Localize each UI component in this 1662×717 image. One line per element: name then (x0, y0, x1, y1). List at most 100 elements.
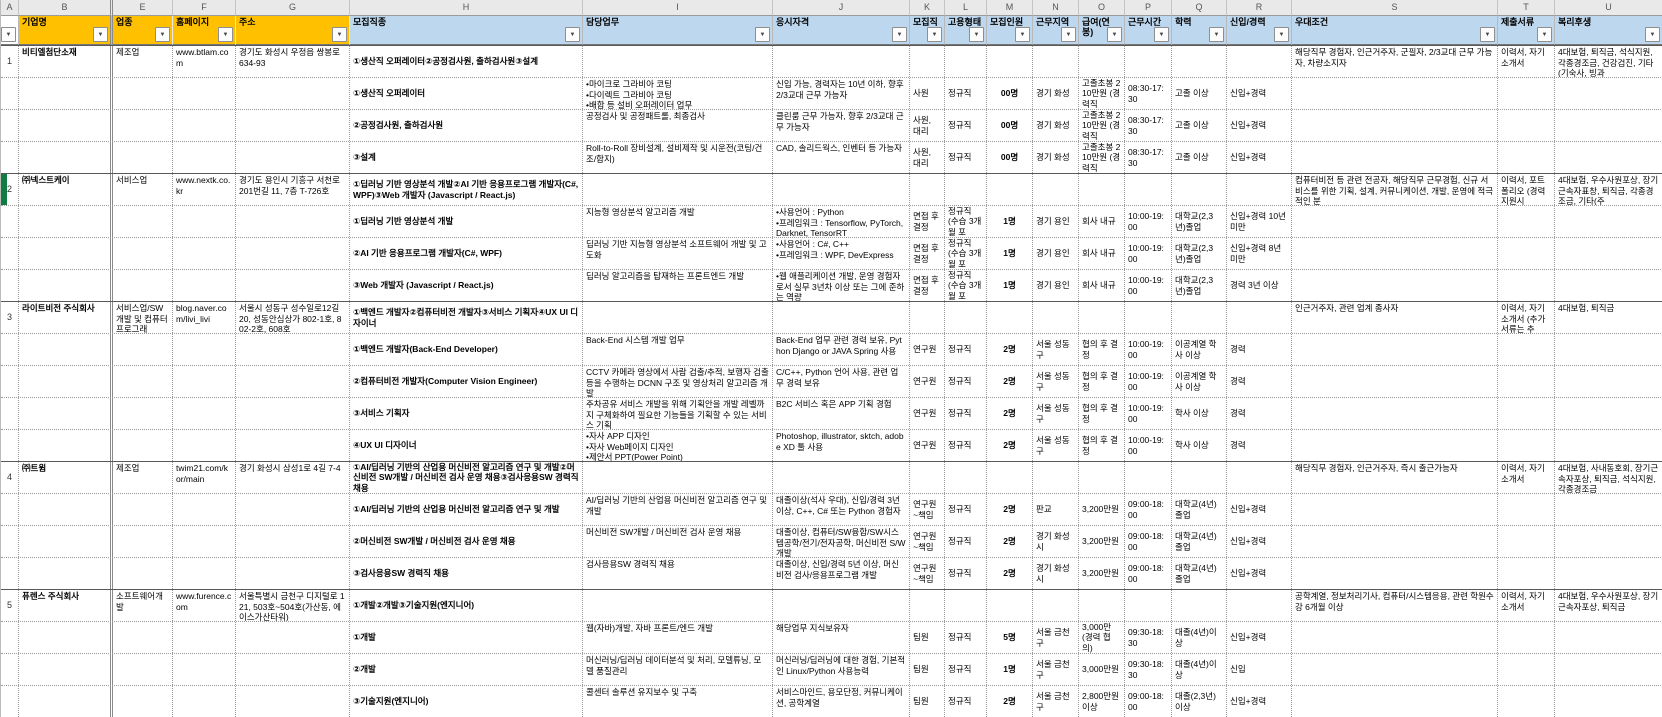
cell-I-row2[interactable]: •마이크로 그라비아 코팅 •다이렉트 그라비아 코팅 •배합 등 설비 오퍼레… (583, 78, 773, 109)
cell-L-row8[interactable]: 정규직 (수습 3개월 포 (945, 270, 987, 301)
cell-E-row21[interactable] (113, 686, 173, 717)
cell-F-row19[interactable] (173, 622, 236, 653)
cell-E-row13[interactable] (113, 430, 173, 461)
cell-G-row5[interactable]: 경기도 용인시 기흥구 서천로 201번길 11, 7층 T-726호 (236, 174, 350, 205)
cell-T-row17[interactable] (1498, 558, 1555, 589)
cell-S-row14[interactable]: 해당직무 경험자, 인근거주자, 즉시 출근가능자 (1292, 462, 1498, 493)
cell-J-row4[interactable]: CAD, 솔리드웍스, 인벤터 등 가능자 (773, 142, 910, 173)
cell-S-row9[interactable]: 인근거주자, 관련 업계 종사자 (1292, 302, 1498, 333)
cell-G-row21[interactable] (236, 686, 350, 717)
cell-J-row1[interactable] (773, 46, 910, 77)
cell-U-row15[interactable] (1555, 494, 1662, 525)
cell-G-row4[interactable] (236, 142, 350, 173)
cell-F-row5[interactable]: www.nextk.co.kr (173, 174, 236, 205)
cell-H-row17[interactable]: ③검사응용SW 경력직 채용 (350, 558, 583, 589)
cell-A-row2[interactable] (1, 78, 19, 109)
cell-N-row21[interactable]: 서울 금천구 (1033, 686, 1079, 717)
cell-N-row4[interactable]: 경기 화성 (1033, 142, 1079, 173)
cell-U-row20[interactable] (1555, 654, 1662, 685)
cell-A-row14[interactable]: 4 (1, 462, 19, 493)
cell-U-row18[interactable]: 4대보험, 우수사원포상, 장기근속자포상, 퇴직금 (1555, 590, 1662, 621)
cell-A-row8[interactable] (1, 270, 19, 301)
column-letter-I[interactable]: I (583, 0, 773, 16)
cell-O-row4[interactable]: 고졸초봉 210만원 (경력직 (1079, 142, 1125, 173)
cell-N-row17[interactable]: 경기 화성시 (1033, 558, 1079, 589)
cell-R-row21[interactable]: 신입+경력 (1227, 686, 1292, 717)
cell-N-row3[interactable]: 경기 화성 (1033, 110, 1079, 141)
cell-K-row21[interactable]: 팀원 (910, 686, 945, 717)
cell-F-row16[interactable] (173, 526, 236, 557)
cell-J-row5[interactable] (773, 174, 910, 205)
cell-K-row12[interactable]: 연구원 (910, 398, 945, 429)
cell-P-row13[interactable]: 10:00-19:00 (1125, 430, 1172, 461)
cell-N-row12[interactable]: 서울 성동구 (1033, 398, 1079, 429)
cell-U-row12[interactable] (1555, 398, 1662, 429)
cell-T-row9[interactable]: 이력서, 자기소개서 (추가서류는 추 (1498, 302, 1555, 333)
column-letter-S[interactable]: S (1292, 0, 1498, 16)
column-letter-P[interactable]: P (1125, 0, 1172, 16)
cell-I-row19[interactable]: 웹(자바)개발, 자바 프론트/엔드 개발 (583, 622, 773, 653)
cell-I-row7[interactable]: 딥러닝 기반 지능형 영상분석 소프트웨어 개발 및 고도화 (583, 238, 773, 269)
cell-K-row1[interactable] (910, 46, 945, 77)
cell-Q-row18[interactable] (1172, 590, 1227, 621)
cell-Q-row19[interactable]: 대졸(4년)이상 (1172, 622, 1227, 653)
cell-A-row10[interactable] (1, 334, 19, 365)
cell-O-row9[interactable] (1079, 302, 1125, 333)
cell-I-row21[interactable]: 콜센터 솔루션 유지보수 및 구축 (583, 686, 773, 717)
cell-S-row2[interactable] (1292, 78, 1498, 109)
cell-F-row6[interactable] (173, 206, 236, 237)
filter-icon[interactable]: ▼ (1107, 27, 1122, 42)
cell-G-row16[interactable] (236, 526, 350, 557)
cell-T-row3[interactable] (1498, 110, 1555, 141)
cell-E-row14[interactable]: 제조업 (113, 462, 173, 493)
cell-H-row20[interactable]: ②개발 (350, 654, 583, 685)
cell-N-row1[interactable] (1033, 46, 1079, 77)
cell-O-row18[interactable] (1079, 590, 1125, 621)
cell-K-row19[interactable]: 팀원 (910, 622, 945, 653)
cell-L-row6[interactable]: 정규직 (수습 3개월 포 (945, 206, 987, 237)
cell-R-row5[interactable] (1227, 174, 1292, 205)
cell-F-row3[interactable] (173, 110, 236, 141)
cell-F-row11[interactable] (173, 366, 236, 397)
cell-Q-row4[interactable]: 고졸 이상 (1172, 142, 1227, 173)
cell-K-row3[interactable]: 사원, 대리 (910, 110, 945, 141)
cell-O-row21[interactable]: 2,800만원 이상 (1079, 686, 1125, 717)
cell-B-row10[interactable] (19, 334, 113, 365)
cell-S-row18[interactable]: 공학계열, 정보처리기사, 컴퓨터/시스템응용, 관련 학원수강 6개월 이상 (1292, 590, 1498, 621)
cell-L-row4[interactable]: 정규직 (945, 142, 987, 173)
cell-P-row1[interactable] (1125, 46, 1172, 77)
filter-icon[interactable]: ▼ (93, 27, 108, 42)
cell-L-row19[interactable]: 정규직 (945, 622, 987, 653)
cell-B-row7[interactable] (19, 238, 113, 269)
cell-G-row7[interactable] (236, 238, 350, 269)
cell-N-row5[interactable] (1033, 174, 1079, 205)
cell-G-row20[interactable] (236, 654, 350, 685)
cell-S-row1[interactable]: 해당직무 경험자, 인근거주자, 군필자, 2/3교대 근무 가능자, 차량소지… (1292, 46, 1498, 77)
cell-M-row10[interactable]: 2명 (987, 334, 1033, 365)
cell-O-row6[interactable]: 회사 내규 (1079, 206, 1125, 237)
cell-E-row4[interactable] (113, 142, 173, 173)
cell-S-row17[interactable] (1292, 558, 1498, 589)
cell-E-row15[interactable] (113, 494, 173, 525)
cell-R-row1[interactable] (1227, 46, 1292, 77)
cell-I-row1[interactable] (583, 46, 773, 77)
column-letter-O[interactable]: O (1079, 0, 1125, 16)
cell-G-row9[interactable]: 서울시 성동구 성수일로12길 20, 성동안심상가 802-1호, 802-2… (236, 302, 350, 333)
cell-T-row5[interactable]: 이력서, 포트폴리오 (경력 지원시 (1498, 174, 1555, 205)
cell-U-row8[interactable] (1555, 270, 1662, 301)
cell-I-row3[interactable]: 공정검사 및 공정패트롤, 최종검사 (583, 110, 773, 141)
cell-R-row17[interactable]: 신입+경력 (1227, 558, 1292, 589)
cell-K-row8[interactable]: 면접 후 결정 (910, 270, 945, 301)
cell-A-row13[interactable] (1, 430, 19, 461)
cell-H-row5[interactable]: ①딥러닝 기반 영상분석 개발②AI 기반 응용프로그램 개발자(C#, WPF… (350, 174, 583, 205)
cell-L-row5[interactable] (945, 174, 987, 205)
cell-T-row1[interactable]: 이력서, 자기소개서 (1498, 46, 1555, 77)
cell-L-row3[interactable]: 정규직 (945, 110, 987, 141)
cell-U-row10[interactable] (1555, 334, 1662, 365)
cell-N-row13[interactable]: 서울 성동구 (1033, 430, 1079, 461)
cell-L-row13[interactable]: 정규직 (945, 430, 987, 461)
cell-P-row17[interactable]: 09:00-18:00 (1125, 558, 1172, 589)
cell-U-row21[interactable] (1555, 686, 1662, 717)
cell-U-row3[interactable] (1555, 110, 1662, 141)
cell-S-row19[interactable] (1292, 622, 1498, 653)
